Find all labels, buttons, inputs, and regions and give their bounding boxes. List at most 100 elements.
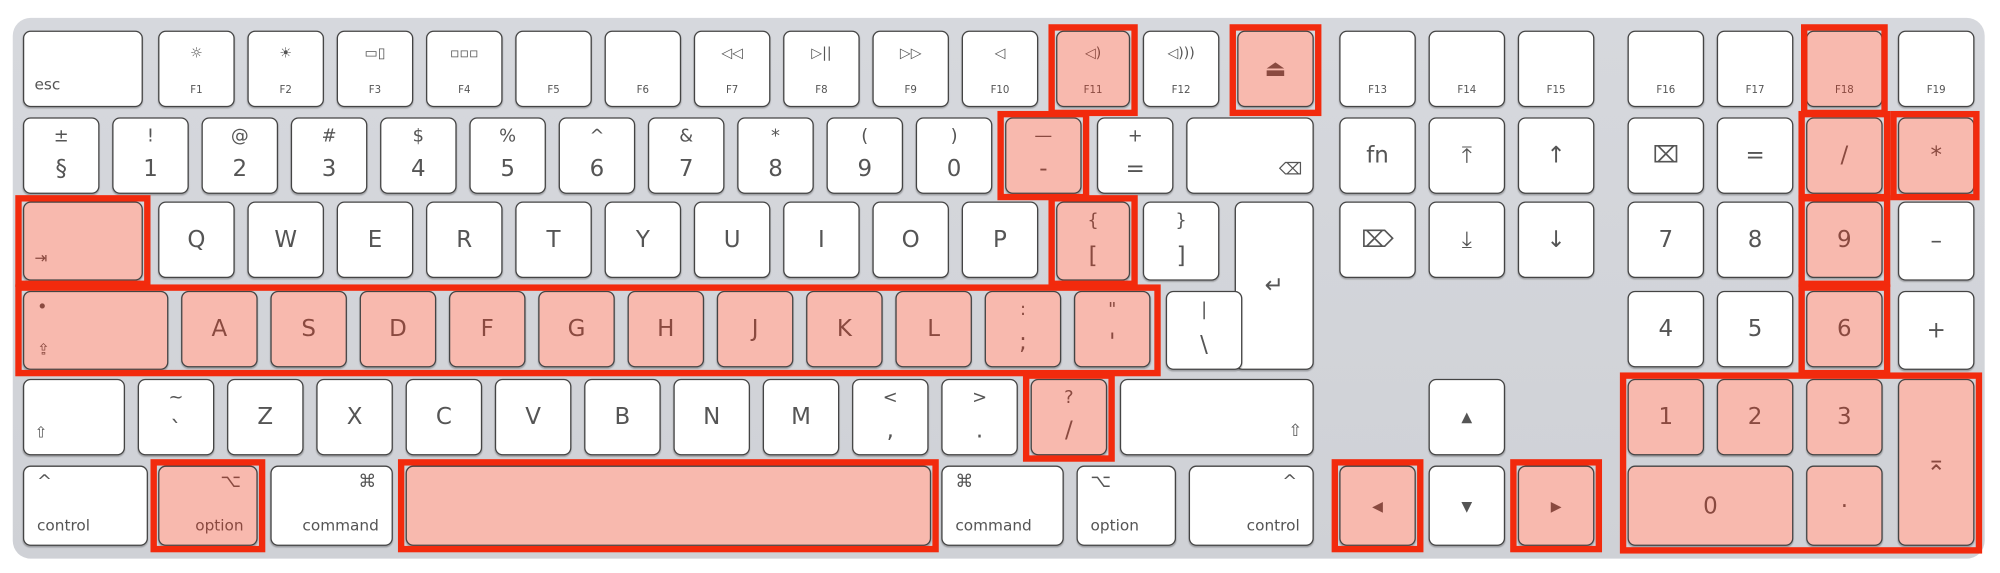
highlight-box [15,284,1161,377]
key-b[interactable]: B [584,378,661,456]
key-label: F9 [904,84,917,96]
key-r[interactable]: R [426,201,503,279]
page-up-icon: ↑ [1546,142,1566,170]
key-label: @ [230,126,249,147]
key-clear[interactable]: ⌧ [1627,117,1705,194]
key-sect[interactable]: ± § [22,117,100,194]
key-x[interactable]: X [316,378,393,456]
key-fn[interactable]: fn [1339,117,1416,194]
key-rctrl[interactable]: ^ control [1188,465,1314,546]
key-e[interactable]: E [336,201,414,279]
key-u[interactable]: U [693,201,771,279]
key-k0[interactable]: ) 0 [915,117,993,194]
key-f15[interactable]: F15 [1517,30,1595,108]
key-f5[interactable]: F5 [515,30,592,108]
key-q[interactable]: Q [158,201,235,279]
key-k3[interactable]: #3 [290,117,368,194]
key-f1[interactable]: ☼ F1 [158,30,235,108]
key-nn[interactable]: N [673,378,750,456]
key-home[interactable]: ⤒ [1428,117,1506,194]
key-f12[interactable]: ◁))) F12 [1142,30,1220,108]
key-w[interactable]: W [247,201,324,279]
key-v[interactable]: V [494,378,572,456]
highlight-box [1022,372,1115,462]
key-bslash[interactable]: | \ [1165,290,1243,370]
key-esc[interactable]: esc [22,30,143,108]
key-fdel[interactable]: ⌦ [1339,201,1416,279]
highlight-box [1801,24,1888,117]
key-n4[interactable]: 4 [1627,290,1705,368]
key-k4[interactable]: $4 [380,117,457,194]
key-lctrl[interactable]: ^ control [22,465,148,546]
key-label: | [1201,299,1208,321]
key-z[interactable]: Z [227,378,304,456]
key-pgdn[interactable]: ↓ [1517,201,1595,279]
key-k7[interactable]: & 7 [647,117,725,194]
key-pgup[interactable]: ↑ [1517,117,1595,194]
key-npeq[interactable]: = [1716,117,1794,194]
key-cc[interactable]: C [405,378,483,456]
key-label: Y [635,226,650,254]
key-f16[interactable]: F16 [1627,30,1705,108]
highlight-box [1619,372,1983,554]
key-m[interactable]: M [762,378,840,456]
key-k6[interactable]: ^ 6 [558,117,636,194]
mission-control-icon: ▭▯ [364,44,386,62]
key-up[interactable]: ▲ [1428,378,1506,456]
key-label: F2 [279,84,292,96]
key-f14[interactable]: F14 [1428,30,1506,108]
key-f10[interactable]: ◁ F10 [961,30,1039,108]
key-f17[interactable]: F17 [1716,30,1794,108]
key-k8[interactable]: * 8 [737,117,814,194]
key-gt[interactable]: >. [941,378,1018,456]
key-label: F3 [368,84,382,96]
key-n7[interactable]: 7 [1627,201,1705,279]
key-label: # [321,126,337,147]
key-t[interactable]: T [515,201,592,279]
key-equal[interactable]: + = [1096,117,1174,194]
key-label: ^ [589,126,605,147]
key-rshift[interactable]: ⇧ [1119,378,1314,456]
key-f9[interactable]: ▷▷ F9 [872,30,949,108]
key-f6[interactable]: F6 [604,30,682,108]
key-label: . [975,417,984,444]
key-k5[interactable]: % 5 [469,117,546,194]
key-y[interactable]: Y [604,201,682,279]
key-tilde[interactable]: ~ ` [137,378,215,456]
key-lcmd[interactable]: ⌘ command [270,465,393,546]
key-k9[interactable]: (9 [826,117,904,194]
key-lshift[interactable]: ⇧ [22,378,125,456]
key-label: E [367,226,383,254]
key-p[interactable]: P [961,201,1039,279]
highlight-box [1331,459,1424,553]
key-rbr[interactable]: }] [1142,201,1220,281]
key-f13[interactable]: F13 [1339,30,1416,108]
key-label: 2 [232,155,248,183]
key-k2[interactable]: @2 [201,117,279,194]
key-npminus[interactable]: – [1897,201,1975,281]
key-return[interactable]: ↵ [1234,201,1314,370]
key-f3[interactable]: ▭▯ F3 [336,30,414,108]
key-n8[interactable]: 8 [1716,201,1794,279]
key-rcmd[interactable]: ⌘ command [941,465,1064,546]
key-down[interactable]: ▼ [1428,465,1506,546]
key-delete[interactable]: ⌫ [1186,117,1314,194]
key-i[interactable]: I [783,201,860,279]
key-lt[interactable]: <, [852,378,929,456]
key-end[interactable]: ⤓ [1428,201,1506,279]
key-label: 4 [1658,315,1674,343]
key-ropt[interactable]: ⌥ option [1076,465,1177,546]
key-label: F13 [1368,84,1387,96]
key-n5[interactable]: 5 [1716,290,1794,368]
key-f7[interactable]: ◁◁ F7 [693,30,771,108]
key-label: Z [257,403,274,431]
key-f2[interactable]: ☀ F2 [247,30,324,108]
key-label: fn [1366,142,1389,170]
key-npplus[interactable]: + [1897,290,1975,370]
key-f19[interactable]: F19 [1897,30,1975,108]
key-f8[interactable]: ▷|| F8 [783,30,860,108]
key-o[interactable]: O [872,201,949,279]
highlight-box [1048,24,1138,117]
key-k1[interactable]: ! 1 [112,117,189,194]
key-f4[interactable]: ▫▫▫ F4 [426,30,503,108]
